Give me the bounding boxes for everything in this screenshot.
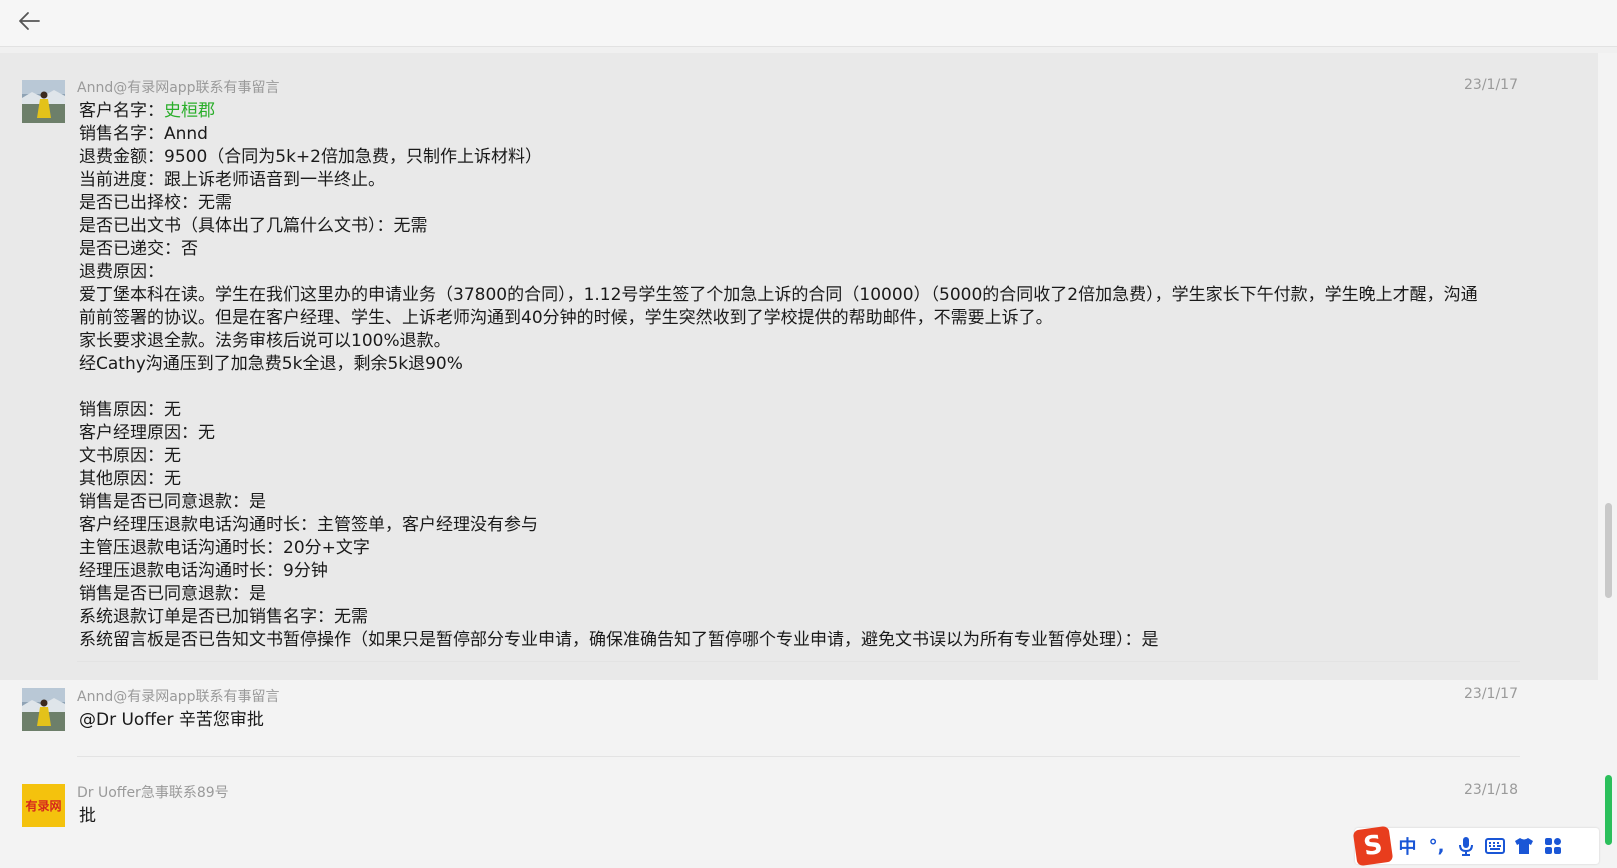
message-item-highlighted[interactable]: Annd@有录网app联系有事留言 23/1/17 客户名字：史桓郡 销售名字：… — [0, 53, 1598, 680]
field-label: 客户名字： — [79, 101, 164, 121]
text-line: 主管压退款电话沟通时长：20分+文字 — [79, 538, 370, 558]
sogou-logo-icon[interactable]: S — [1352, 825, 1394, 867]
message-text: 客户名字：史桓郡 销售名字：Annd 退费金额：9500（合同为5k+2倍加急费… — [79, 100, 1479, 652]
text-line: 退费原因： — [79, 262, 164, 282]
microphone-icon[interactable] — [1453, 832, 1478, 860]
sender-name: Annd@有录网app联系有事留言 — [77, 80, 280, 96]
text-line: 系统退款订单是否已加销售名字：无需 — [79, 607, 368, 627]
message-timestamp: 23/1/17 — [1464, 686, 1518, 702]
message-divider — [77, 661, 1520, 662]
message-text: @Dr Uoffer 辛苦您审批 — [79, 710, 264, 730]
user-photo-avatar[interactable] — [22, 80, 65, 123]
text-line: 销售原因：无 — [79, 400, 181, 420]
sender-name: Annd@有录网app联系有事留言 — [77, 689, 280, 705]
user-photo-avatar[interactable] — [22, 688, 65, 731]
grid-icon[interactable] — [1540, 832, 1565, 860]
text-line: 其他原因：无 — [79, 469, 181, 489]
text-line: 当前进度：跟上诉老师语音到一半终止。 — [79, 170, 385, 190]
text-line: 销售是否已同意退款：是 — [79, 584, 266, 604]
text-line: 家长要求退全款。法务审核后说可以100%退款。 — [79, 331, 451, 351]
text-line: 系统留言板是否已告知文书暂停操作（如果只是暂停部分专业申请，确保准确告知了暂停哪… — [79, 630, 1159, 650]
shirt-icon[interactable] — [1511, 832, 1536, 860]
message-text: 批 — [79, 806, 96, 826]
arrow-left-icon — [18, 11, 40, 35]
back-button[interactable] — [16, 10, 42, 36]
message-timestamp: 23/1/17 — [1464, 77, 1518, 93]
logo-text: 有录网 — [25, 799, 62, 813]
text-line: 客户经理原因：无 — [79, 423, 215, 443]
text-line: 是否已出文书（具体出了几篇什么文书）：无需 — [79, 216, 428, 236]
sender-name: Dr Uoffer急事联系89号 — [77, 785, 229, 801]
text-line: 销售名字：Annd — [79, 124, 208, 144]
text-line: 爱丁堡本科在读。学生在我们这里办的申请业务（37800的合同），1.12号学生签… — [79, 285, 1478, 328]
keyboard-icon[interactable] — [1482, 832, 1507, 860]
text-line: 是否已出择校：无需 — [79, 193, 232, 213]
message-divider — [77, 756, 1520, 757]
scrollbar-thumb[interactable] — [1605, 503, 1612, 598]
text-line: 是否已递交：否 — [79, 239, 198, 259]
text-line: 文书原因：无 — [79, 446, 181, 466]
ime-toolbar: S 中 °, — [1352, 825, 1599, 867]
company-logo-avatar[interactable]: 有录网 — [22, 784, 65, 827]
message-timestamp: 23/1/18 — [1464, 782, 1518, 798]
customer-name-link[interactable]: 史桓郡 — [164, 101, 215, 121]
text-line: 销售是否已同意退款：是 — [79, 492, 266, 512]
scrollbar-thumb-secondary[interactable] — [1605, 775, 1612, 845]
ime-language-toggle[interactable]: 中 — [1395, 832, 1420, 860]
text-line: 经Cathy沟通压到了加急费5k全退，剩余5k退90% — [79, 354, 463, 374]
ime-punctuation-toggle[interactable]: °, — [1424, 832, 1449, 860]
text-line: 客户经理压退款电话沟通时长：主管签单，客户经理没有参与 — [79, 515, 538, 535]
top-bar — [0, 0, 1617, 47]
text-line: 经理压退款电话沟通时长：9分钟 — [79, 561, 328, 581]
text-line: 退费金额：9500（合同为5k+2倍加急费，只制作上诉材料） — [79, 147, 542, 167]
